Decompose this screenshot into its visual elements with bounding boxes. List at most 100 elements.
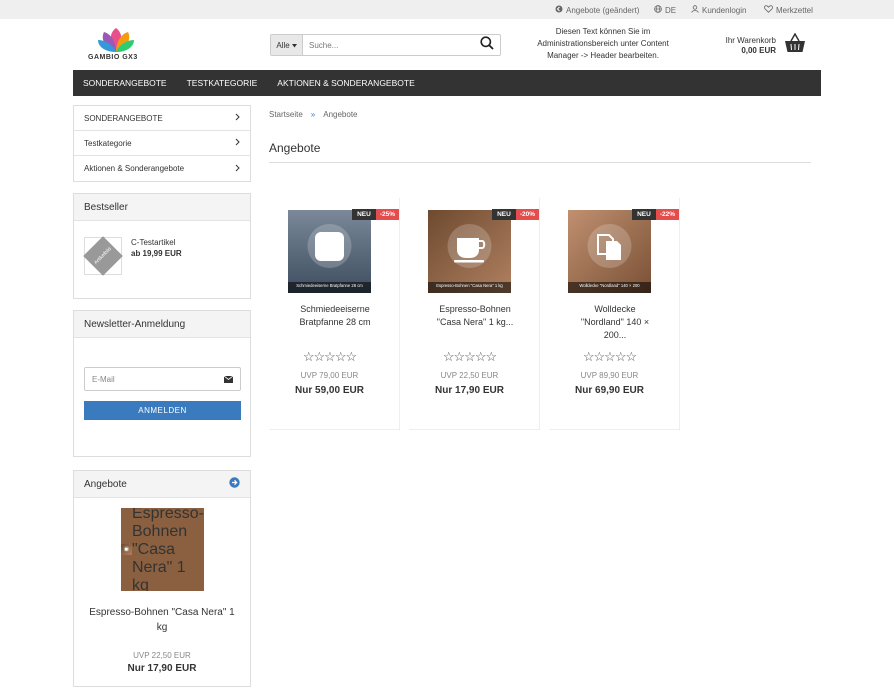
- subscribe-button[interactable]: ANMELDEN: [84, 401, 241, 420]
- badges: NEU -22%: [632, 209, 679, 220]
- category-label: Aktionen & Sonderangebote: [84, 164, 185, 173]
- product-name-line: "Casa Nera" 1 kg...: [436, 317, 514, 327]
- header-info-line: Administrationsbereich unter Content: [537, 39, 669, 48]
- product-price: Nur 69,90 EUR: [575, 385, 644, 396]
- offers-title: Angebote: [84, 478, 127, 490]
- product-image: Wolldecke "Nordland" 140 × 200: [568, 210, 651, 293]
- product-name-line: Espresso-Bohnen: [439, 304, 511, 314]
- offer-name-line: Espresso-Bohnen "Casa Nera" 1: [89, 607, 235, 618]
- heart-icon: [764, 5, 773, 15]
- header: GAMBIO GX3 Alle Diesen Text können Sie i…: [0, 19, 894, 70]
- header-info-text: Diesen Text können Sie im Administration…: [527, 26, 679, 62]
- offer-product-image[interactable]: Espresso-Bohnen "Casa Nera" 1 kg: [121, 508, 204, 591]
- bestseller-title: Bestseller: [84, 201, 128, 213]
- category-menu: SONDERANGEBOTE Testkategorie Aktionen & …: [73, 105, 251, 182]
- envelope-icon: [223, 370, 234, 388]
- basket-icon[interactable]: [784, 32, 806, 53]
- bestseller-price: ab 19,99 EUR: [131, 249, 182, 258]
- product-name: Espresso-Bohnen "Casa Nera" 1 kg...: [415, 303, 535, 329]
- product-name-line: Schmiedeeiserne: [300, 304, 370, 314]
- product-name-line: Bratpfanne 28 cm: [299, 317, 371, 327]
- login-link[interactable]: Kundenlogin: [691, 5, 746, 15]
- nav-item-testkategorie[interactable]: TESTKATEGORIE: [177, 70, 268, 96]
- login-label: Kundenlogin: [702, 5, 747, 15]
- logo-text: GAMBIO GX3: [88, 54, 138, 61]
- arrow-circle-icon: [555, 5, 563, 15]
- wishlist-label: Merkzettel: [776, 5, 813, 15]
- product-name: Wolldecke "Nordland" 140 × 200...: [555, 303, 675, 342]
- image-caption: Espresso-Bohnen "Casa Nera" 1 kg: [428, 282, 511, 293]
- breadcrumb: Startseite » Angebote: [269, 110, 358, 119]
- chevron-right-icon: [235, 113, 240, 123]
- product-price: Nur 17,90 EUR: [435, 385, 504, 396]
- cart-summary[interactable]: Ihr Warenkorb 0,00 EUR: [716, 36, 776, 56]
- logo-flower-icon: [98, 28, 134, 52]
- bestseller-heading: Bestseller: [74, 194, 250, 221]
- breadcrumb-separator: »: [310, 110, 316, 119]
- search-category-label: Alle: [276, 40, 290, 50]
- bestseller-item[interactable]: Artikelbild C-Testartikel ab 19,99 EUR: [83, 236, 182, 276]
- category-label: SONDERANGEBOTE: [84, 113, 163, 123]
- rating-stars-icon: ☆☆☆☆☆: [302, 349, 357, 364]
- placeholder-label: Artikelbild: [83, 236, 123, 276]
- newsletter-title: Newsletter-Anmeldung: [84, 318, 186, 330]
- pan-icon: [288, 210, 371, 293]
- new-badge: NEU: [492, 209, 516, 220]
- search-category-select[interactable]: Alle: [271, 35, 303, 55]
- search-input[interactable]: [303, 35, 474, 55]
- product-card[interactable]: Espresso-Bohnen "Casa Nera" 1 kg NEU -20…: [409, 198, 540, 430]
- product-image-placeholder: Artikelbild: [83, 236, 123, 276]
- language-selector[interactable]: DE: [654, 5, 676, 15]
- search-icon: [480, 35, 494, 55]
- product-name: Schmiedeeiserne Bratpfanne 28 cm: [275, 303, 395, 329]
- product-card[interactable]: Wolldecke "Nordland" 140 × 200 NEU -22% …: [549, 198, 680, 430]
- product-uvp: UVP 22,50 EUR: [440, 371, 499, 380]
- offers-box: Angebote Espresso-Bohnen "Casa Nera" 1 k…: [73, 470, 251, 687]
- badges: NEU -25%: [352, 209, 399, 220]
- main-nav: SONDERANGEBOTE TESTKATEGORIE AKTIONEN & …: [73, 70, 821, 96]
- header-info-line: Diesen Text können Sie im: [555, 27, 651, 36]
- chevron-right-icon: [235, 164, 240, 174]
- search-button[interactable]: [474, 35, 500, 55]
- header-info-line: Manager -> Header bearbeiten.: [547, 51, 659, 60]
- image-caption: Espresso-Bohnen "Casa Nera" 1 kg: [131, 508, 204, 591]
- newsletter-heading: Newsletter-Anmeldung: [74, 311, 250, 338]
- offers-link-label: Angebote (geändert): [566, 5, 640, 15]
- offer-product-name[interactable]: Espresso-Bohnen "Casa Nera" 1 kg: [74, 605, 250, 635]
- product-image: Schmiedeeiserne Bratpfanne 28 cm: [288, 210, 371, 293]
- blanket-icon: [568, 210, 651, 293]
- badges: NEU -20%: [492, 209, 539, 220]
- logo[interactable]: GAMBIO GX3: [86, 26, 146, 64]
- category-label: Testkategorie: [84, 138, 132, 148]
- page-title: Angebote: [269, 141, 321, 155]
- category-item-sonderangebote[interactable]: SONDERANGEBOTE: [74, 106, 250, 131]
- breadcrumb-current: Angebote: [323, 110, 358, 119]
- user-icon: [691, 5, 699, 15]
- language-label: DE: [665, 5, 677, 15]
- offers-link[interactable]: Angebote (geändert): [555, 5, 639, 15]
- product-card[interactable]: Schmiedeeiserne Bratpfanne 28 cm NEU -25…: [269, 198, 400, 430]
- product-price: Nur 59,00 EUR: [295, 385, 364, 396]
- nav-item-sonderangebote[interactable]: SONDERANGEBOTE: [73, 70, 177, 96]
- email-input[interactable]: [92, 374, 212, 384]
- coffee-cup-icon: [428, 210, 511, 293]
- product-name-line: 200...: [603, 330, 627, 340]
- rating-stars-icon: ☆☆☆☆☆: [442, 349, 497, 364]
- cart-total: 0,00 EUR: [741, 46, 776, 55]
- newsletter-box: Newsletter-Anmeldung ANMELDEN: [73, 310, 251, 457]
- caret-down-icon: [291, 41, 297, 50]
- category-item-aktionen[interactable]: Aktionen & Sonderangebote: [74, 156, 250, 181]
- top-bar: Angebote (geändert) DE Kundenlogin Merkz…: [0, 0, 894, 19]
- offers-heading: Angebote: [74, 471, 250, 498]
- wishlist-link[interactable]: Merkzettel: [764, 5, 813, 15]
- arrow-right-circle-icon[interactable]: [229, 477, 240, 491]
- bestseller-product-name: C-Testartikel: [131, 238, 176, 247]
- breadcrumb-home[interactable]: Startseite: [269, 110, 303, 119]
- category-item-testkategorie[interactable]: Testkategorie: [74, 131, 250, 156]
- nav-item-aktionen[interactable]: AKTIONEN & SONDERANGEBOTE: [267, 70, 424, 96]
- image-caption: Schmiedeeiserne Bratpfanne 28 cm: [288, 282, 371, 293]
- search-bar: Alle: [270, 34, 501, 56]
- product-image: Espresso-Bohnen "Casa Nera" 1 kg: [428, 210, 511, 293]
- discount-badge: -22%: [655, 209, 679, 220]
- product-uvp: UVP 89,90 EUR: [580, 371, 639, 380]
